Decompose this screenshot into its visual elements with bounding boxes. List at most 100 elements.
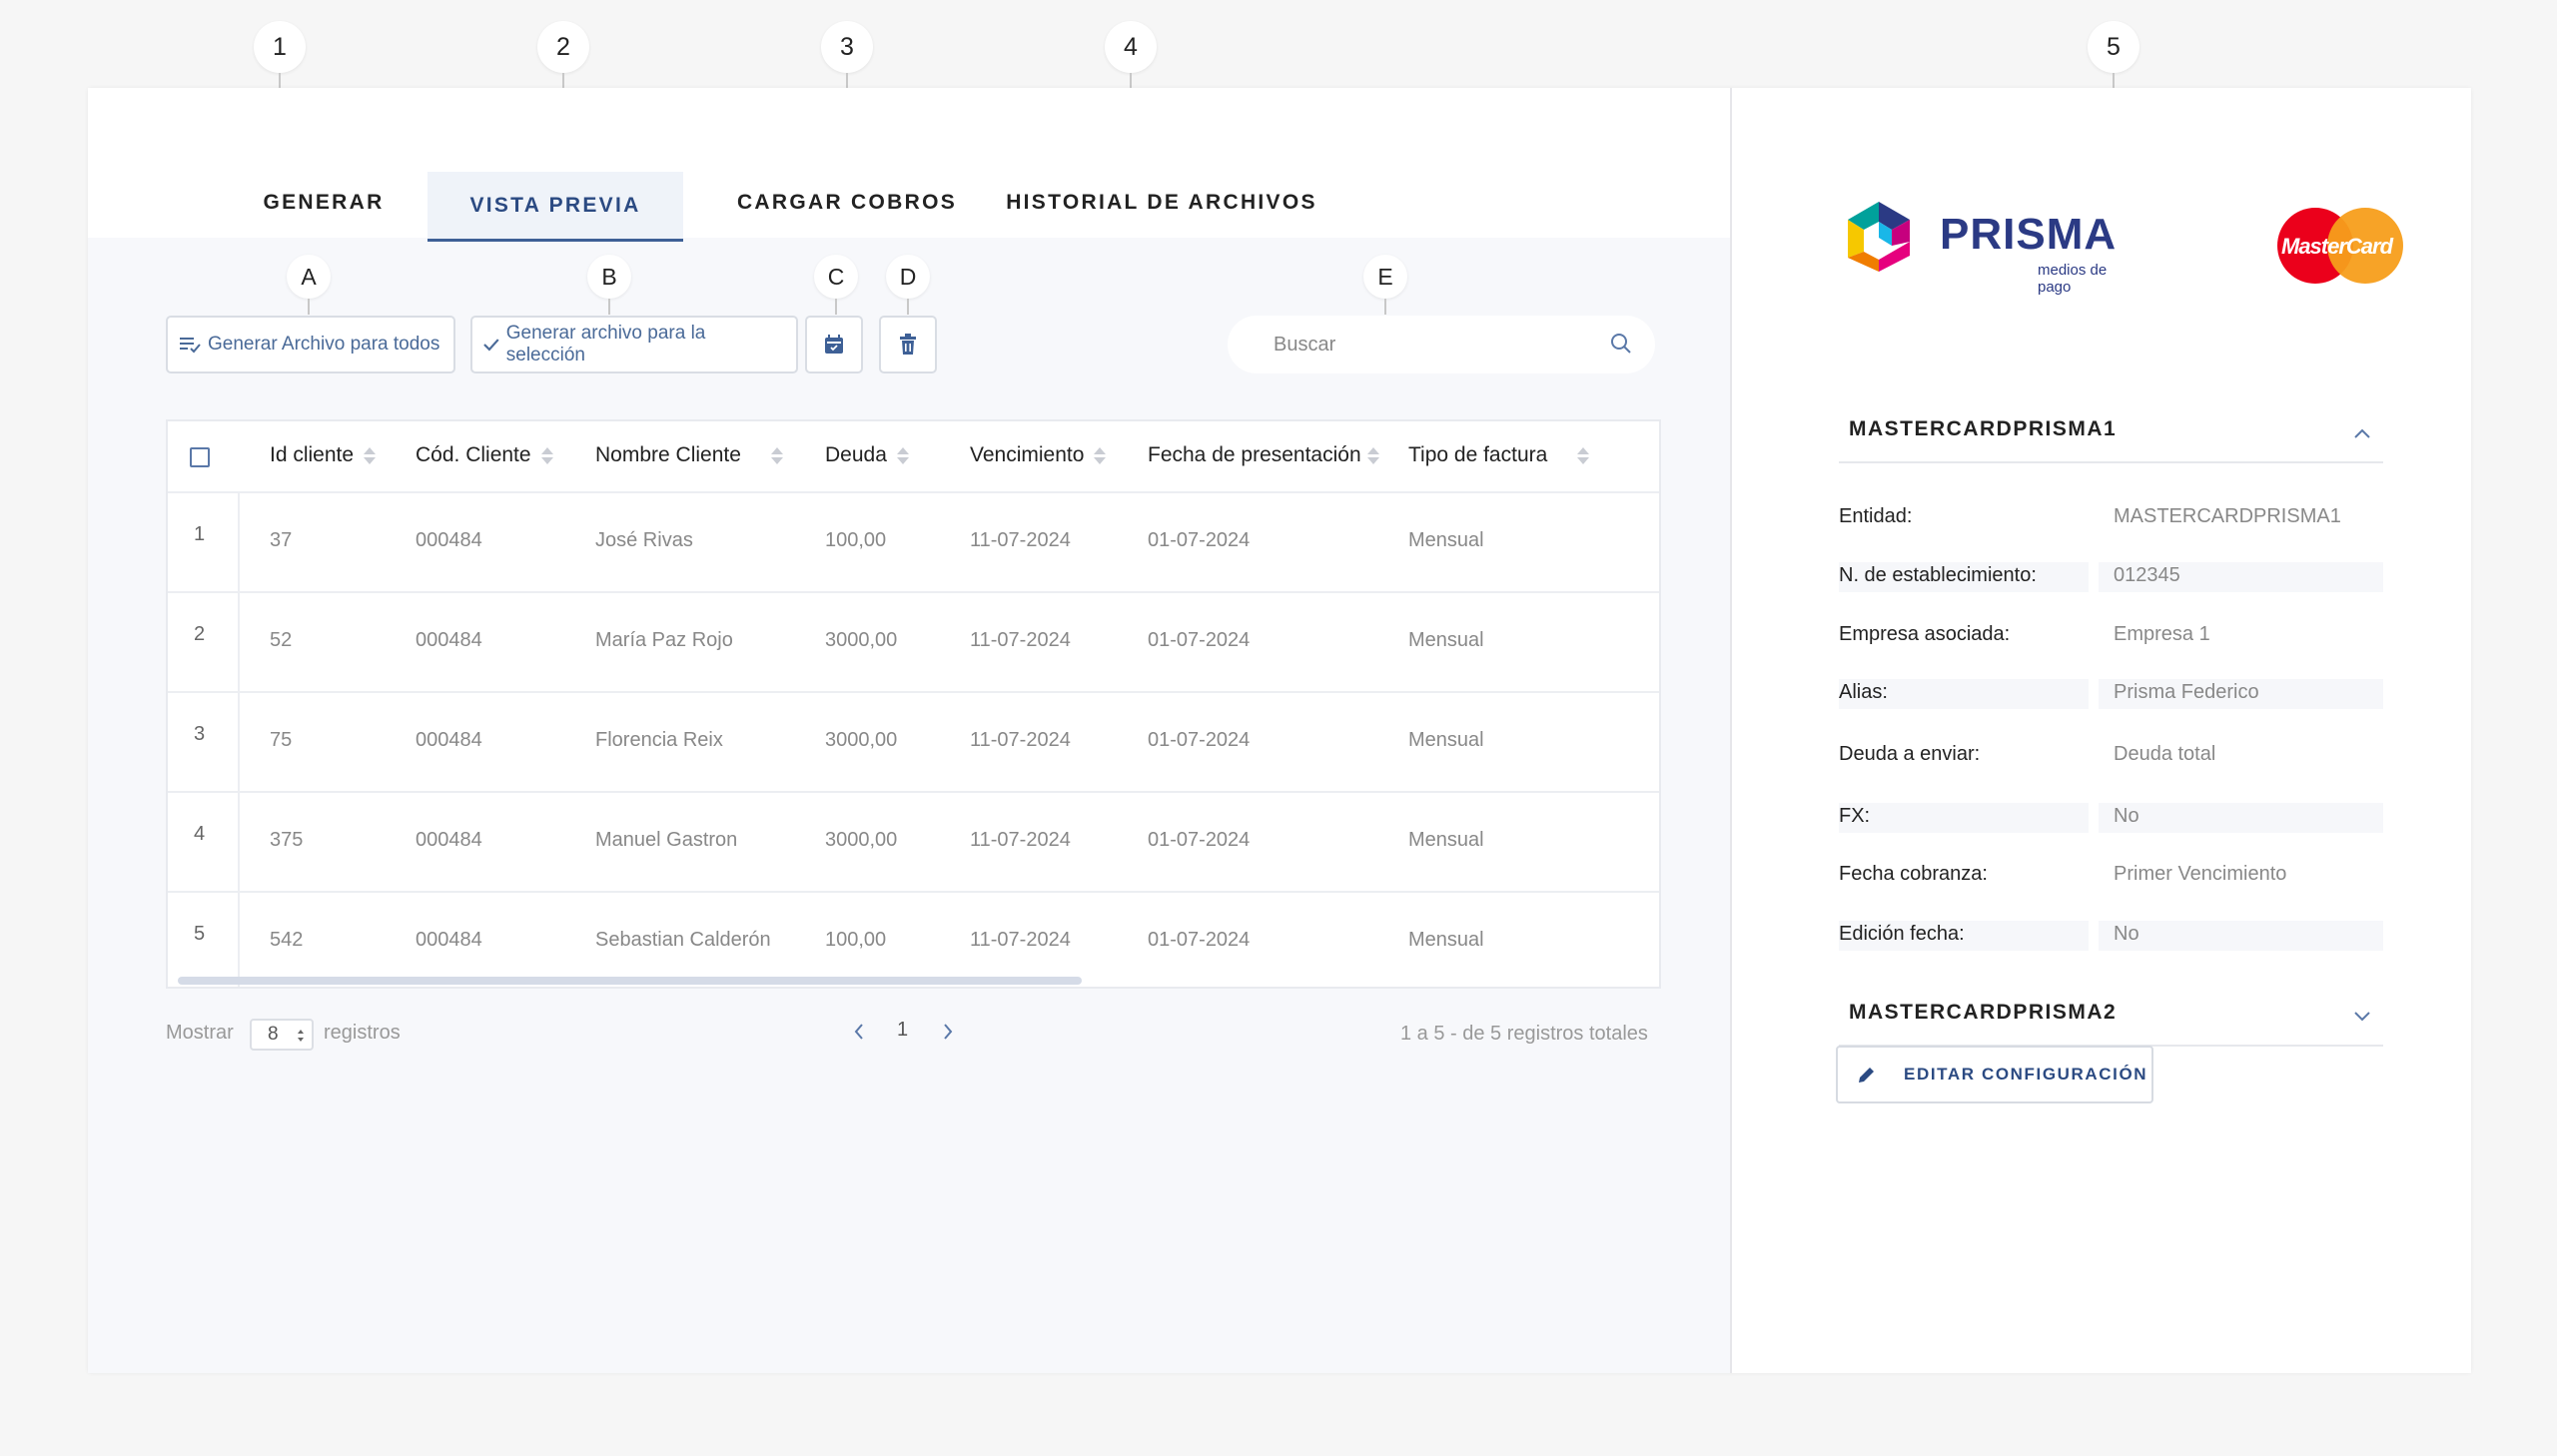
cell-name: María Paz Rojo [595,629,733,651]
trash-icon [900,334,916,355]
tab-historial-archivos[interactable]: HISTORIAL DE ARCHIVOS [987,170,1336,236]
field-label: Fecha cobranza: [1839,863,1988,885]
cell-presented: 01-07-2024 [1148,929,1251,951]
table-row[interactable]: 5 542 000484 Sebastian Calderón 100,00 11-07-… [168,893,1659,987]
field-label: Entidad: [1839,505,1913,527]
row-index: 1 [194,523,206,545]
chevron-down-icon [2354,1012,2370,1022]
calendar-button[interactable] [805,316,863,373]
edit-config-button[interactable]: EDITAR CONFIGURACIÓN [1836,1046,2153,1103]
row-index: 5 [194,923,206,945]
main-card: GENERAR VISTA PREVIA CARGAR COBROS HISTO… [88,88,2471,1373]
cell-name: Florencia Reix [595,729,723,751]
cell-name: Manuel Gastron [595,829,738,851]
sort-icon [770,446,783,464]
generate-selection-label: Generar archivo para la selección [505,323,706,365]
col-cod-cliente[interactable]: Cód. Cliente [416,443,553,467]
field-value: 012345 [2114,564,2180,586]
prisma-wordmark: PRISMA [1940,210,2118,259]
search-input[interactable]: Buscar [1228,316,1655,373]
cell-id: 37 [270,529,293,551]
field-value: Prisma Federico [2114,681,2259,703]
config-panel: PRISMA medios de pago MasterCard MASTERC… [1734,88,2471,1373]
cell-presented: 01-07-2024 [1148,829,1251,851]
accordion-mastercardprisma2[interactable]: MASTERCARDPRISMA2 [1839,987,2383,1047]
page-size-select[interactable]: 8 [250,1019,314,1051]
table-row[interactable]: 2 52 000484 María Paz Rojo 3000,00 11-07-2024… [168,593,1659,693]
sort-icon [1366,446,1379,464]
field-shade [1839,803,2089,833]
cell-type: Mensual [1408,529,1484,551]
search-placeholder: Buscar [1274,333,1336,356]
sort-icon [540,446,553,464]
delete-button[interactable] [879,316,937,373]
cell-code: 000484 [416,529,482,551]
cell-code: 000484 [416,629,482,651]
field-shade [2099,803,2383,833]
generate-all-button[interactable]: Generar Archivo para todos [166,316,455,373]
cell-presented: 01-07-2024 [1148,629,1251,651]
col-vencimiento[interactable]: Vencimiento [970,443,1107,467]
cell-type: Mensual [1408,729,1484,751]
pencil-icon [1859,1068,1874,1083]
mastercard-wordmark: MasterCard [2281,234,2393,259]
table-header: Id cliente Cód. Cliente Nombre Cliente D… [168,421,1659,493]
col-deuda[interactable]: Deuda [825,443,909,467]
tab-generar[interactable]: GENERAR [228,170,420,236]
col-fecha-presentacion[interactable]: Fecha de presentación [1148,443,1379,467]
field-label: Empresa asociada: [1839,623,2011,645]
cell-id: 375 [270,829,304,851]
col-id-cliente[interactable]: Id cliente [270,443,377,467]
select-all-checkbox[interactable] [190,447,210,467]
row-index: 3 [194,723,206,745]
left-panel: GENERAR VISTA PREVIA CARGAR COBROS HISTO… [88,88,1732,1373]
current-page[interactable]: 1 [897,1019,908,1042]
next-page-icon[interactable] [941,1023,955,1041]
col-nombre-cliente[interactable]: Nombre Cliente [595,443,783,467]
search-icon [1611,334,1631,354]
col-tipo-factura[interactable]: Tipo de factura [1408,443,1590,467]
row-index: 4 [194,823,206,845]
row-index: 2 [194,623,206,645]
cell-debt: 100,00 [825,529,887,551]
sort-icon [896,446,909,464]
table-row[interactable]: 4 375 000484 Manuel Gastron 3000,00 11-07-202… [168,793,1659,893]
field-value: Empresa 1 [2114,623,2210,645]
field-label: Alias: [1839,681,1888,703]
accordion-mastercardprisma1[interactable]: MASTERCARDPRISMA1 [1839,403,2383,463]
horizontal-scrollbar[interactable] [178,977,1082,985]
cell-code: 000484 [416,729,482,751]
cell-type: Mensual [1408,829,1484,851]
table-row[interactable]: 3 75 000484 Florencia Reix 3000,00 11-07-2024… [168,693,1659,793]
generate-selection-button[interactable]: Generar archivo para la selección [470,316,798,373]
cell-debt: 3000,00 [825,829,898,851]
cell-debt: 3000,00 [825,629,898,651]
field-value: Deuda total [2114,743,2216,765]
cell-due: 11-07-2024 [970,529,1071,551]
page-size-value: 8 [268,1024,279,1045]
records-summary: 1 a 5 - de 5 registros totales [1400,1023,1648,1045]
tab-cargar-cobros[interactable]: CARGAR COBROS [727,170,967,236]
cell-due: 11-07-2024 [970,629,1071,651]
calendar-icon [825,335,843,354]
prev-page-icon[interactable] [852,1023,866,1041]
cell-id: 75 [270,729,293,751]
table-row[interactable]: 1 37 000484 José Rivas 100,00 11-07-2024 01-07… [168,493,1659,593]
cell-type: Mensual [1408,929,1484,951]
check-icon [483,339,499,352]
field-label: N. de establecimiento: [1839,564,2037,586]
sort-icon [364,446,377,464]
field-value: No [2114,923,2139,945]
edit-config-label: EDITAR CONFIGURACIÓN [1904,1065,2148,1084]
cell-id: 542 [270,929,304,951]
field-value: No [2114,805,2139,827]
field-value: Primer Vencimiento [2114,863,2287,885]
cell-debt: 3000,00 [825,729,898,751]
tab-vista-previa[interactable]: VISTA PREVIA [427,172,683,242]
prisma-mark-icon [1848,202,1910,272]
sort-icon [1094,446,1107,464]
cell-code: 000484 [416,829,482,851]
cell-due: 11-07-2024 [970,929,1071,951]
generate-all-label: Generar Archivo para todos [208,334,440,355]
field-label: FX: [1839,805,1871,827]
